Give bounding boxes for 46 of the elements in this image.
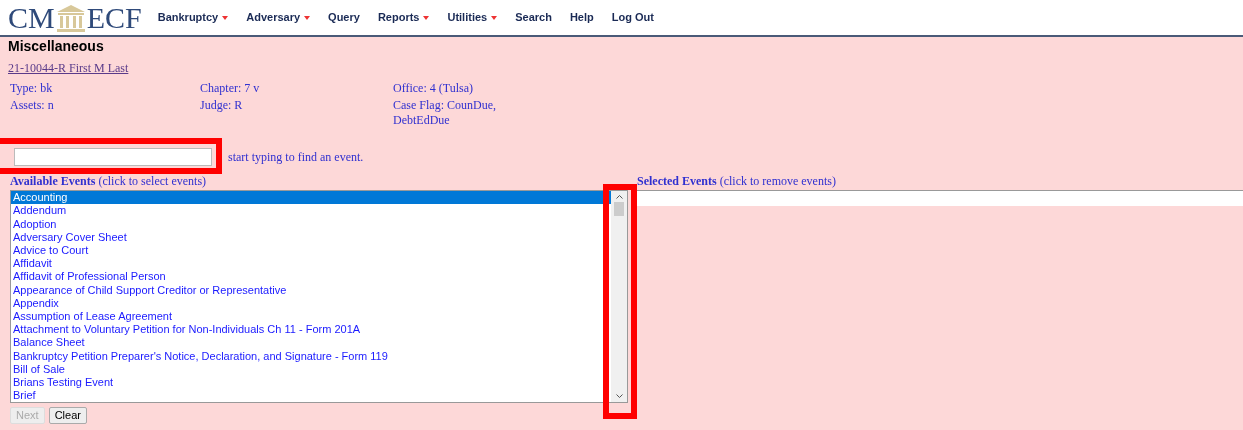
menu-item[interactable]: Adversary (246, 9, 311, 26)
event-option[interactable]: Bill of Sale (11, 362, 611, 377)
event-option[interactable]: Addendum (11, 204, 611, 218)
event-search-field[interactable] (14, 148, 212, 167)
menu-item[interactable]: Reports (377, 9, 430, 26)
action-button[interactable]: Clear (48, 407, 87, 425)
case-info: Office: 4 (Tulsa) (393, 81, 474, 97)
scroll-down-icon[interactable] (615, 394, 623, 399)
available-events-list[interactable] (10, 190, 628, 404)
event-option[interactable]: Assumption of Lease Agreement (11, 310, 611, 324)
event-option[interactable]: Attachment to Voluntary Petition for Non-Individuals Ch 11 - Form 201A (11, 323, 611, 337)
event-option[interactable]: Adoption (11, 217, 611, 231)
menu-item[interactable]: Bankruptcy (157, 9, 229, 26)
available-events-heading: Available Events (click to select events) (10, 173, 208, 191)
menu-item[interactable]: Utilities (447, 9, 498, 26)
logo-text: CM (8, 2, 55, 33)
event-option[interactable]: Balance Sheet (11, 336, 611, 350)
courthouse-icon (54, 3, 87, 32)
menu-item[interactable]: Query (328, 9, 360, 26)
case-info: Chapter: 7 v (200, 81, 261, 97)
case-info: Assets: n (10, 98, 55, 115)
menu-item[interactable]: Log Out (611, 9, 654, 26)
event-option[interactable]: Brief (11, 389, 611, 403)
page-title: Miscellaneous (7, 37, 105, 56)
case-link[interactable]: 21-10044-R First M Last (8, 61, 129, 76)
event-option[interactable]: Brians Testing Event (11, 376, 611, 390)
scrollbar[interactable] (611, 191, 627, 403)
event-option[interactable]: Advice to Court (11, 244, 611, 258)
event-option[interactable]: Accounting (11, 191, 611, 205)
menu-item[interactable]: Search (515, 9, 552, 26)
selected-events-heading: Selected Events (click to remove events) (637, 173, 837, 191)
scroll-thumb[interactable] (614, 202, 624, 217)
event-option[interactable]: Bankruptcy Petition Preparer's Notice, Declaration, and Signature - Form 119 (11, 349, 611, 363)
case-info: Type: bk (10, 81, 54, 97)
event-option[interactable]: Adversary Cover Sheet (11, 230, 611, 244)
logo-text: ECF (86, 2, 142, 33)
event-option[interactable]: Appendix (11, 296, 611, 310)
case-info: Case Flag: CounDue, DebtEdDue (393, 98, 497, 129)
scroll-up-icon[interactable] (615, 195, 623, 200)
event-option[interactable]: Affidavit of Professional Person (11, 270, 611, 284)
selected-events-list[interactable] (637, 190, 1243, 207)
event-option[interactable]: Appearance of Child Support Creditor or Representative (11, 283, 611, 297)
menu-item[interactable]: Help (569, 9, 594, 26)
case-info: Judge: R (200, 98, 244, 115)
search-hint: start typing to find an event. (228, 149, 364, 167)
event-option[interactable]: Affidavit (11, 257, 611, 271)
